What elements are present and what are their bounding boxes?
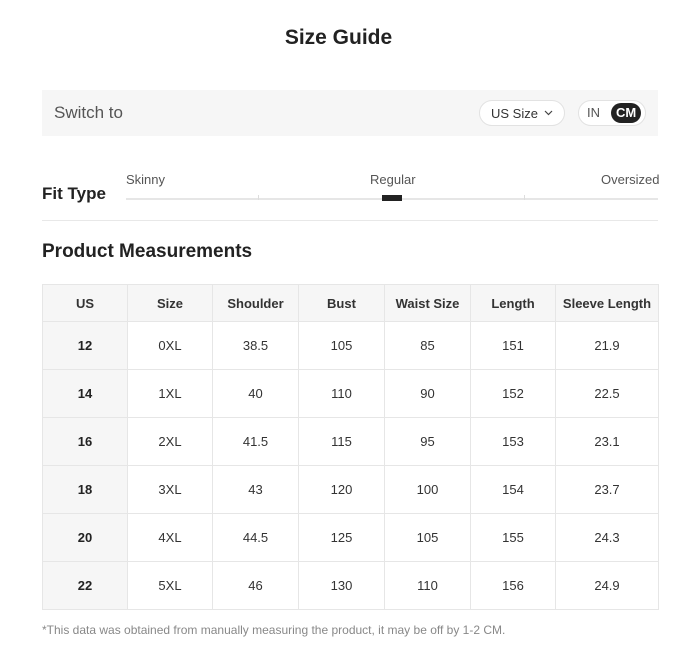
table-cell: 110 [298,369,385,418]
measurement-disclaimer: *This data was obtained from manually me… [42,623,506,637]
table-cell: 115 [298,417,385,466]
table-cell: 100 [384,465,471,514]
table-cell: 85 [384,321,471,370]
table-cell: 41.5 [212,417,299,466]
table-cell: 24.3 [555,513,659,562]
table-cell: 130 [298,561,385,610]
table-cell: 90 [384,369,471,418]
table-cell: 43 [212,465,299,514]
divider [42,220,658,221]
table-cell: 5XL [127,561,213,610]
measurements-table: US Size Shoulder Bust Waist Size Length … [42,284,659,610]
page-title: Size Guide [284,26,393,49]
chevron-down-icon [544,110,553,116]
table-row: 12 0XL 38.5 105 85 151 21.9 [42,321,659,370]
table-header-row: US Size Shoulder Bust Waist Size Length … [42,284,659,322]
table-cell: 105 [384,513,471,562]
table-cell: 24.9 [555,561,659,610]
fit-scale-oversized: Oversized [601,172,660,187]
column-header: Sleeve Length [555,284,659,322]
column-header: Shoulder [212,284,299,322]
table-cell: 1XL [127,369,213,418]
unit-option-in[interactable]: IN [582,103,605,123]
fit-scale-skinny: Skinny [126,172,166,187]
fit-scale-regular: Regular [370,172,416,187]
fit-type-label: Fit Type [42,184,106,203]
table-row: 18 3XL 43 120 100 154 23.7 [42,465,659,514]
switch-label: Switch to [54,103,123,122]
table-cell: 154 [470,465,556,514]
column-header: Waist Size [384,284,471,322]
table-cell: 125 [298,513,385,562]
table-cell: 38.5 [212,321,299,370]
table-cell: 22 [42,561,128,610]
table-cell: 3XL [127,465,213,514]
table-cell: 44.5 [212,513,299,562]
table-cell: 0XL [127,321,213,370]
measurements-title: Product Measurements [42,241,253,262]
table-cell: 46 [212,561,299,610]
table-cell: 16 [42,417,128,466]
table-cell: 22.5 [555,369,659,418]
column-header: US [42,284,128,322]
table-cell: 18 [42,465,128,514]
table-cell: 105 [298,321,385,370]
fit-scale-tick [258,195,259,200]
table-cell: 23.1 [555,417,659,466]
table-row: 22 5XL 46 130 110 156 24.9 [42,561,659,610]
table-cell: 155 [470,513,556,562]
table-row: 14 1XL 40 110 90 152 22.5 [42,369,659,418]
column-header: Bust [298,284,385,322]
table-cell: 2XL [127,417,213,466]
table-cell: 14 [42,369,128,418]
table-cell: 20 [42,513,128,562]
table-row: 16 2XL 41.5 115 95 153 23.1 [42,417,659,466]
table-cell: 120 [298,465,385,514]
table-cell: 152 [470,369,556,418]
table-cell: 4XL [127,513,213,562]
size-system-value: US Size [491,105,538,121]
table-cell: 21.9 [555,321,659,370]
table-cell: 23.7 [555,465,659,514]
table-cell: 156 [470,561,556,610]
table-cell: 40 [212,369,299,418]
unit-switch-bar: Switch to US Size IN CM [42,90,658,136]
fit-scale-tick [524,195,525,200]
table-cell: 151 [470,321,556,370]
unit-toggle: IN CM [578,100,646,126]
fit-scale-marker [382,195,402,201]
table-cell: 153 [470,417,556,466]
size-system-dropdown[interactable]: US Size [479,100,565,126]
column-header: Size [127,284,213,322]
table-row: 20 4XL 44.5 125 105 155 24.3 [42,513,659,562]
unit-option-cm[interactable]: CM [611,103,642,123]
table-cell: 12 [42,321,128,370]
table-cell: 110 [384,561,471,610]
column-header: Length [470,284,556,322]
table-cell: 95 [384,417,471,466]
